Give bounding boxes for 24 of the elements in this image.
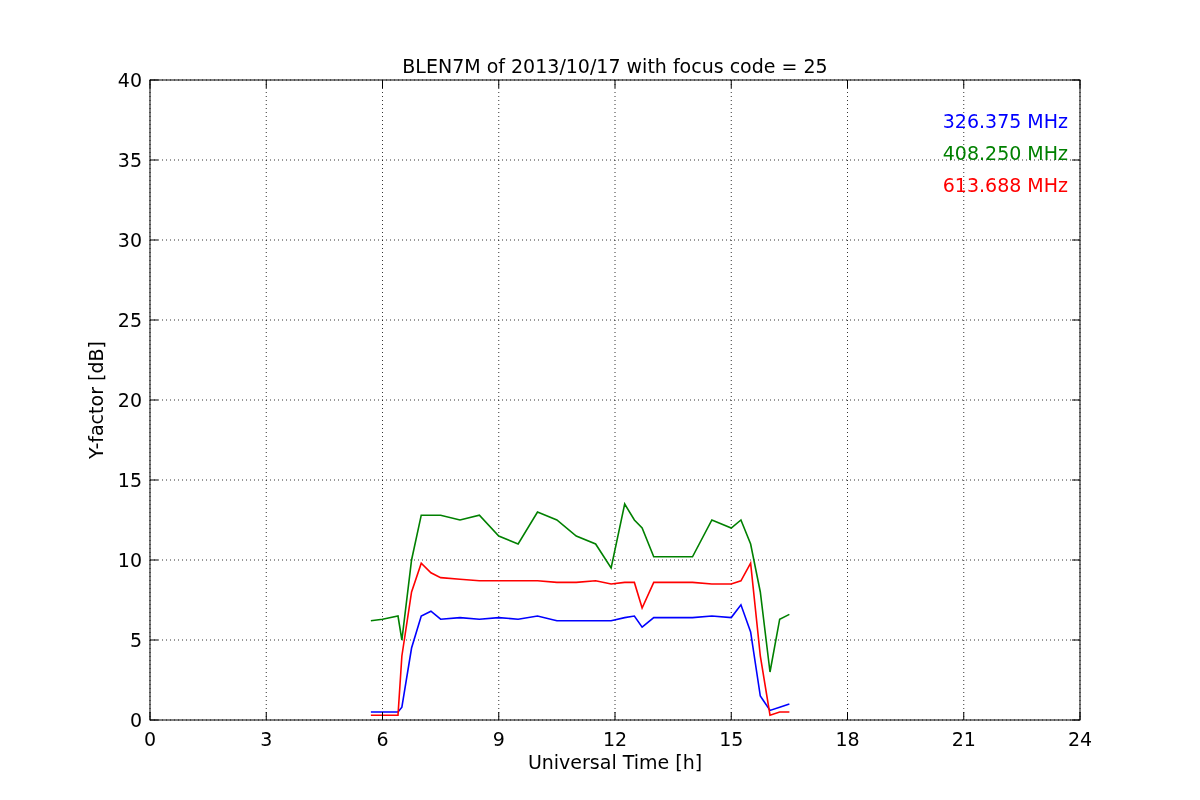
x-tick-label: 3 [260,728,273,750]
legend-label: 326.375 MHz [942,110,1068,132]
x-tick-label: 21 [951,728,976,750]
legend-label: 613.688 MHz [942,174,1068,196]
legend-label: 408.250 MHz [942,142,1068,164]
x-axis-label: Universal Time [h] [527,751,703,773]
x-tick-label: 18 [835,728,860,750]
x-tick-label: 24 [1067,728,1093,750]
y-tick-label: 5 [129,629,142,651]
y-axis-label: Y-factor [dB] [85,341,107,459]
x-tick-label: 12 [602,728,628,750]
x-tick-label: 0 [143,728,157,750]
y-tick-label: 20 [117,389,142,411]
y-tick-label: 30 [117,229,142,251]
y-tick-label: 35 [117,149,142,171]
y-tick-label: 10 [117,549,142,571]
y-tick-label: 0 [129,709,142,731]
chart-title: BLEN7M of 2013/10/17 with focus code = 25 [402,55,828,77]
x-tick-label: 9 [492,728,505,750]
x-tick-label: 15 [719,728,744,750]
x-tick-label: 6 [376,728,389,750]
y-tick-label: 25 [117,309,142,331]
y-tick-label: 40 [117,69,142,91]
y-tick-label: 15 [117,469,142,491]
